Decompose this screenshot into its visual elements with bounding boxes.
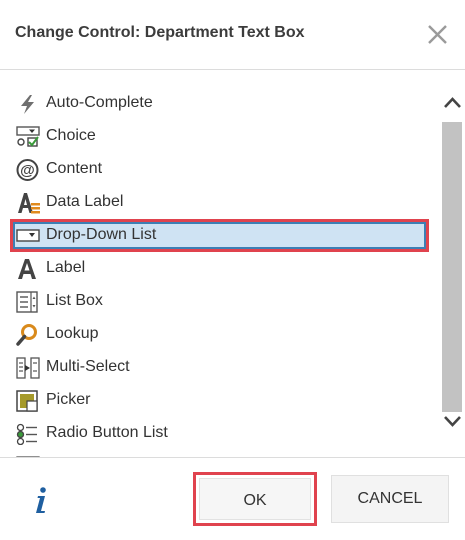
change-control-dialog: Change Control: Department Text Box Auto… [0, 0, 465, 540]
cancel-button[interactable]: CANCEL [331, 475, 449, 523]
dropdown-icon [16, 225, 40, 247]
picker-icon [16, 390, 40, 412]
svg-text:@: @ [20, 162, 35, 179]
item-label: Multi-Select [46, 358, 130, 375]
label-icon [16, 258, 40, 280]
ok-button-label: OK [243, 492, 267, 509]
item-label: Radio Button List [46, 424, 168, 441]
control-type-list: Auto-Complete Choice @ Content Data Labe… [0, 70, 465, 458]
info-icon[interactable] [32, 486, 50, 514]
chevron-up-icon[interactable] [440, 88, 465, 118]
list-box-icon [16, 291, 40, 313]
list-item-drop-down-list[interactable]: Drop-Down List [0, 218, 440, 252]
list-items: Auto-Complete Choice @ Content Data Labe… [0, 86, 440, 457]
item-label: Lookup [46, 325, 99, 342]
list-item-lookup[interactable]: Lookup [0, 317, 440, 350]
close-icon[interactable] [424, 22, 452, 48]
dialog-title: Change Control: Department Text Box [15, 24, 305, 41]
magnifier-icon [16, 324, 40, 346]
list-item-data-label[interactable]: Data Label [0, 185, 440, 218]
list-item-choice[interactable]: Choice [0, 119, 440, 152]
ok-button[interactable]: OK [193, 472, 317, 526]
list-item-multi-select[interactable]: Multi-Select [0, 350, 440, 383]
multi-select-icon [16, 357, 40, 379]
list-item-partial[interactable] [0, 449, 440, 457]
list-item-picker[interactable]: Picker [0, 383, 440, 416]
data-label-icon [16, 192, 40, 214]
item-label: Content [46, 160, 103, 177]
item-label: Choice [46, 127, 96, 144]
list-item-list-box[interactable]: List Box [0, 284, 440, 317]
lightning-icon [16, 93, 40, 115]
list-item-label[interactable]: Label [0, 251, 440, 284]
dialog-header: Change Control: Department Text Box [0, 0, 465, 70]
item-label: List Box [46, 292, 103, 309]
cancel-button-label: CANCEL [357, 490, 423, 507]
at-sign-icon: @ [16, 159, 40, 181]
item-label: Picker [46, 391, 91, 408]
choice-icon [16, 126, 40, 148]
radio-list-icon [16, 423, 40, 446]
list-item-content[interactable]: @ Content [0, 152, 440, 185]
scrollbar-thumb[interactable] [442, 122, 462, 412]
list-item-radio-button-list[interactable]: Radio Button List [0, 416, 440, 449]
item-label: Data Label [46, 193, 124, 210]
item-label: Label [46, 259, 86, 276]
chevron-down-icon[interactable] [440, 406, 465, 436]
item-label: Drop-Down List [46, 226, 157, 243]
list-scrollbar[interactable] [440, 70, 465, 457]
item-label: Auto-Complete [46, 94, 153, 111]
dialog-footer: OK CANCEL [0, 458, 465, 540]
list-item-auto-complete[interactable]: Auto-Complete [0, 86, 440, 119]
